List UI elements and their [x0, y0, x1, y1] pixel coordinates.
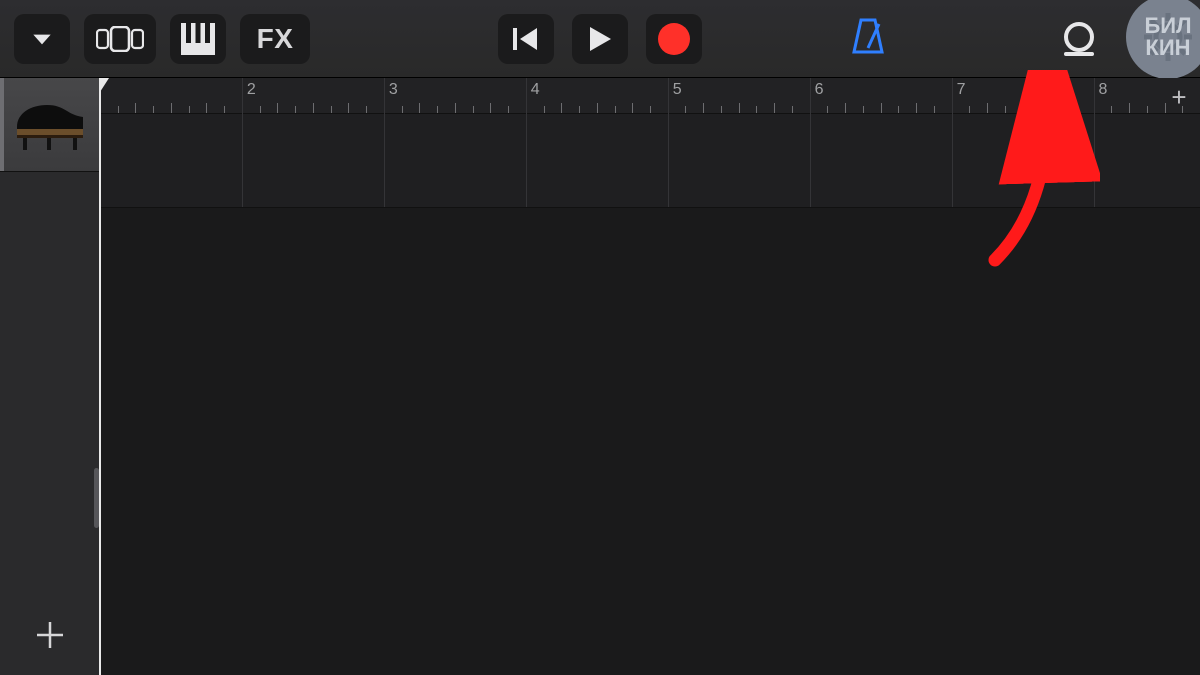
metronome-button[interactable]	[846, 14, 890, 63]
bar-label: 7	[957, 81, 966, 99]
record-button[interactable]	[646, 14, 702, 64]
play-icon	[587, 25, 613, 53]
track-view-button[interactable]	[84, 14, 156, 64]
workspace: + 2 3 4 5 6 7 8	[0, 78, 1200, 675]
playhead[interactable]	[100, 78, 109, 92]
chevron-down-icon	[29, 26, 55, 52]
play-button[interactable]	[572, 14, 628, 64]
bar-label: 3	[389, 81, 398, 99]
transport-controls	[498, 14, 702, 64]
record-icon	[657, 22, 691, 56]
loop-browser-button[interactable]	[1064, 22, 1094, 56]
track-header[interactable]	[0, 78, 99, 172]
dropdown-button[interactable]	[14, 14, 70, 64]
grand-piano-icon	[13, 99, 87, 151]
track-lane[interactable]	[100, 114, 1200, 208]
piano-keys-icon	[181, 23, 215, 55]
settings-button[interactable]: БИЛ КИН	[1126, 0, 1200, 79]
playhead-line	[99, 78, 101, 675]
add-track-button[interactable]	[0, 595, 99, 675]
bar-label: 5	[673, 81, 682, 99]
track-headers-column	[0, 78, 100, 675]
ruler[interactable]: + 2 3 4 5 6 7 8	[100, 78, 1200, 114]
rewind-to-start-icon	[511, 25, 541, 53]
bar-label: 8	[1099, 81, 1108, 99]
timeline[interactable]: + 2 3 4 5 6 7 8	[100, 78, 1200, 675]
add-section-button[interactable]: +	[1166, 84, 1192, 110]
track-view-icon	[96, 26, 144, 52]
bar-label: 2	[247, 81, 256, 99]
app-root: FX	[0, 0, 1200, 675]
bar-label: 4	[531, 81, 540, 99]
metronome-icon	[846, 14, 890, 58]
watermark-line2: КИН	[1145, 37, 1190, 59]
rewind-button[interactable]	[498, 14, 554, 64]
fx-button[interactable]: FX	[240, 14, 310, 64]
toolbar: FX	[0, 0, 1200, 78]
instrument-button[interactable]	[170, 14, 226, 64]
watermark-line1: БИЛ	[1144, 15, 1191, 37]
plus-icon	[33, 618, 67, 652]
loop-browser-icon	[1064, 22, 1094, 52]
bar-label: 6	[815, 81, 824, 99]
